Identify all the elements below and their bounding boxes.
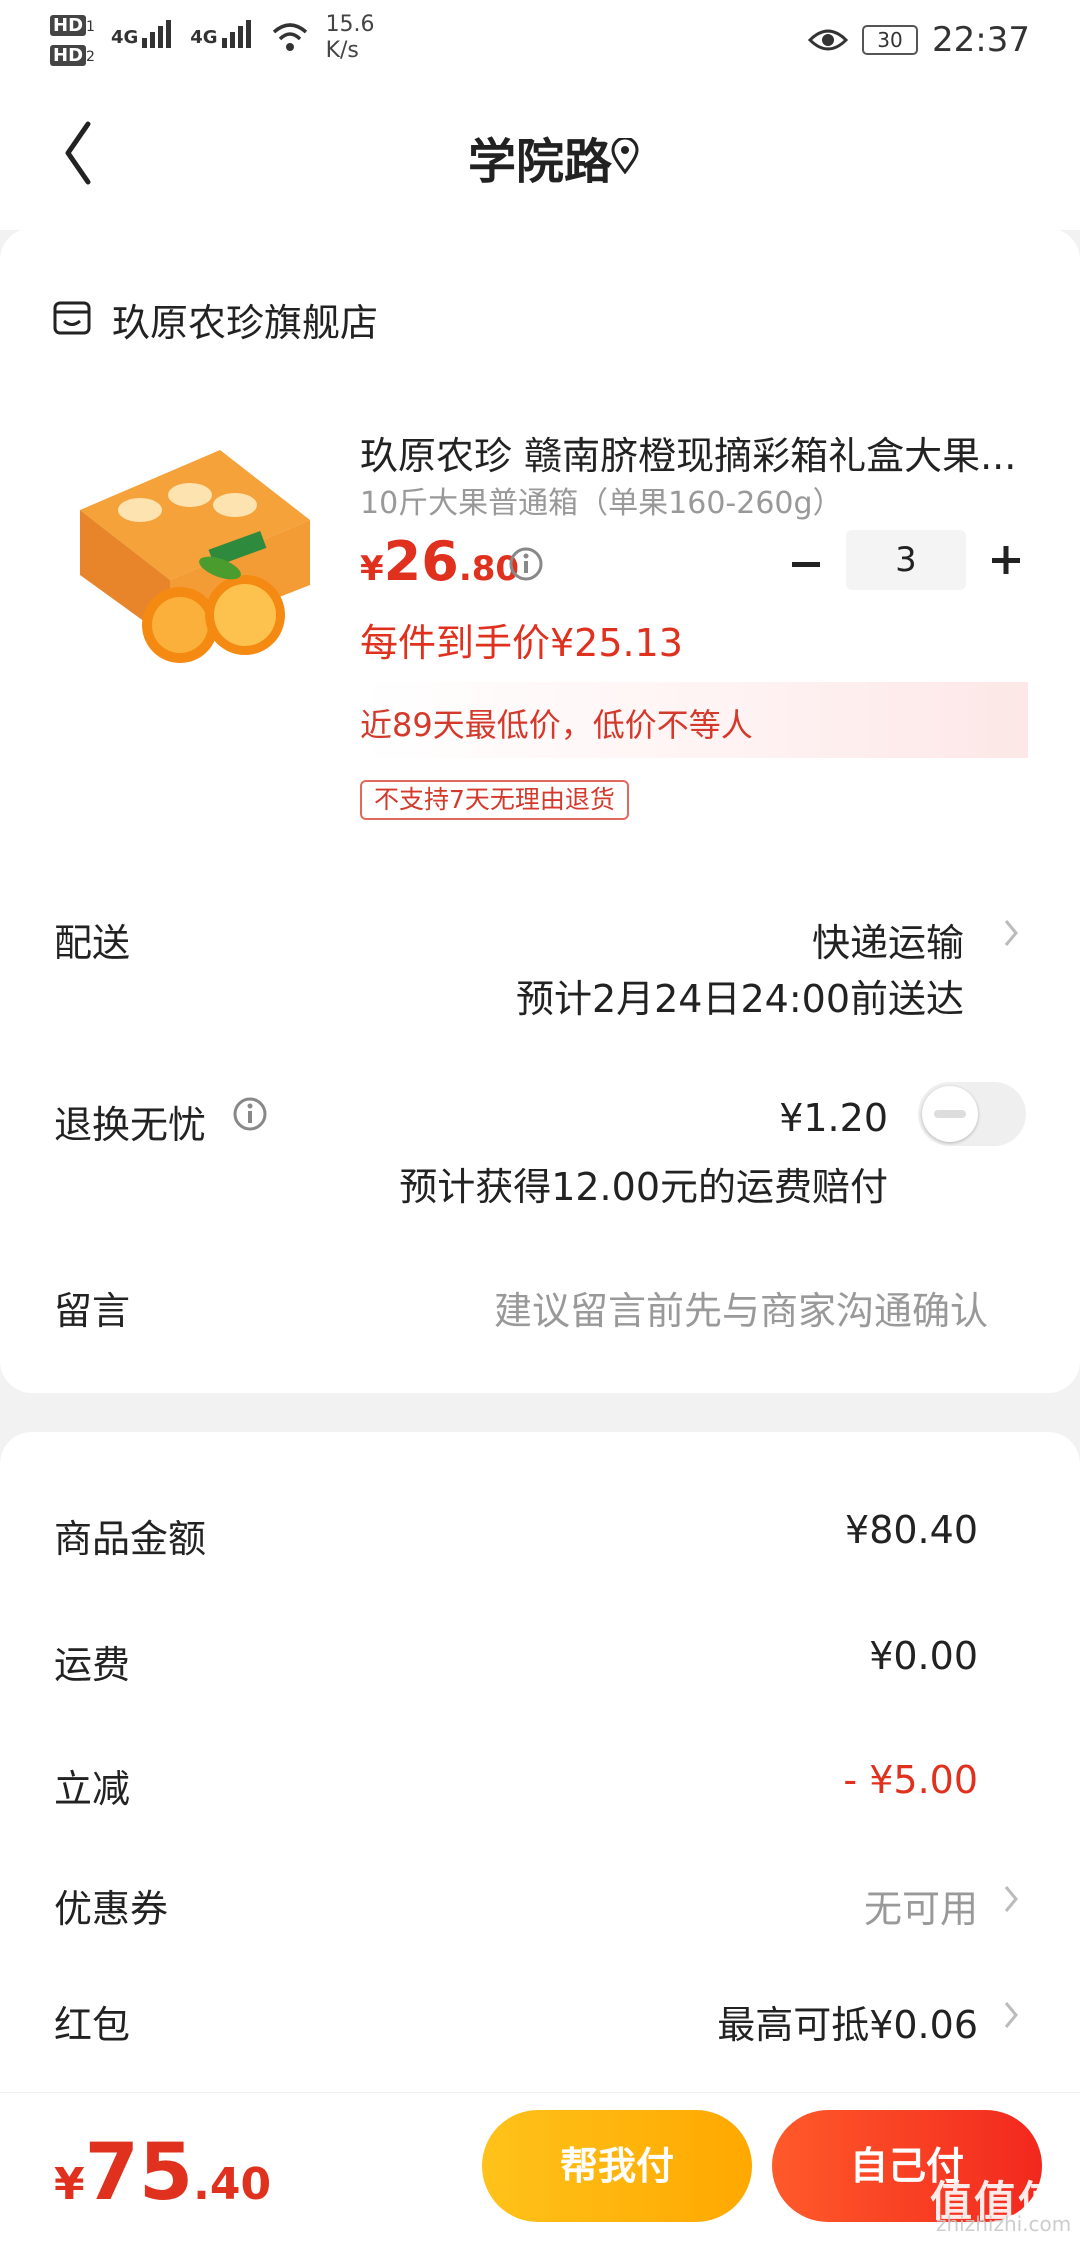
sim2-hd-badge: HD <box>50 45 87 66</box>
sim-indicators: HD 1 HD 2 <box>50 12 95 70</box>
goods-amount-label: 商品金额 <box>54 1517 207 1561</box>
shipping-value: ¥0.00 <box>869 1634 978 1678</box>
redpacket-label: 红包 <box>54 2003 131 2047</box>
quantity-input[interactable]: 3 <box>846 530 966 590</box>
coupon-value[interactable]: 无可用 <box>864 1878 978 1933</box>
delivery-method[interactable]: 快递运输 <box>812 912 964 967</box>
signal-bars-icon <box>142 20 172 48</box>
total-symbol: ¥ <box>54 2159 85 2210</box>
redpacket-value[interactable]: 最高可抵¥0.06 <box>717 1994 978 2049</box>
per-item-final-price: 每件到手价¥25.13 <box>360 621 683 665</box>
toggle-off-icon <box>934 1110 966 1118</box>
message-label: 留言 <box>54 1289 131 1333</box>
location-pin-icon[interactable] <box>610 138 640 174</box>
goods-amount-value: ¥80.40 <box>845 1508 978 1552</box>
signal-1: 4G <box>111 18 174 48</box>
net2-label: 4G <box>190 27 218 48</box>
chevron-right-icon[interactable] <box>1003 918 1019 948</box>
discount-label: 立减 <box>54 1767 131 1811</box>
speed-unit: K/s <box>325 38 359 63</box>
sim1-number: 1 <box>86 19 95 35</box>
lowest-price-text: 近89天最低价，低价不等人 <box>360 706 753 744</box>
chevron-right-icon[interactable] <box>1003 2000 1019 2030</box>
total-integer: 75 <box>84 2128 194 2218</box>
clock: 22:37 <box>932 20 1030 60</box>
unit-price: ¥26.80 <box>360 530 519 593</box>
shop-icon <box>53 301 91 335</box>
return-insurance-note: 预计获得12.00元的运费赔付 <box>399 1165 888 1209</box>
chevron-right-icon[interactable] <box>1003 1884 1019 1914</box>
total-price: ¥75.40 <box>54 2128 271 2218</box>
return-insurance-label: 退换无忧 <box>54 1103 207 1147</box>
no-return-tag: 不支持7天无理由退货 <box>360 780 629 820</box>
quantity-plus-button[interactable] <box>988 542 1024 578</box>
signal-bars-icon <box>221 20 251 48</box>
status-right: 30 22:37 <box>808 20 1030 60</box>
delivery-label: 配送 <box>54 921 131 965</box>
sim2-number: 2 <box>86 49 95 65</box>
price-integer: 26 <box>383 530 459 593</box>
discount-value: - ¥5.00 <box>843 1758 978 1802</box>
help-pay-button[interactable]: 帮我付 <box>482 2110 752 2222</box>
message-input[interactable]: 建议留言前先与商家沟通确认 <box>494 1280 988 1335</box>
network-speed: 15.6 K/s <box>326 12 375 64</box>
eye-icon <box>808 29 849 51</box>
delivery-eta: 预计2月24日24:00前送达 <box>515 977 964 1021</box>
shop-name[interactable]: 玖原农珍旗舰店 <box>112 292 378 347</box>
watermark-url: zhizhizhi.com <box>936 2212 1072 2236</box>
signal-2: 4G <box>190 18 253 48</box>
product-spec[interactable]: 10斤大果普通箱（单果160-260g） <box>360 478 843 522</box>
battery-indicator: 30 <box>862 25 919 55</box>
return-insurance-price: ¥1.20 <box>779 1096 888 1140</box>
price-info-icon[interactable] <box>508 546 544 582</box>
price-symbol: ¥ <box>360 549 384 589</box>
total-decimal: .40 <box>193 2159 272 2210</box>
insurance-info-icon[interactable] <box>232 1096 268 1132</box>
shipping-label: 运费 <box>54 1643 131 1687</box>
product-title[interactable]: 玖原农珍 赣南脐橙现摘彩箱礼盒大果... <box>360 425 1030 480</box>
product-image[interactable] <box>60 440 320 680</box>
status-left: HD 1 HD 2 4G 4G 15.6 K/s <box>50 12 375 70</box>
quantity-minus-button[interactable] <box>788 546 824 582</box>
coupon-label: 优惠券 <box>54 1887 169 1931</box>
wifi-icon <box>272 23 307 51</box>
address-title[interactable]: 学院路 <box>0 122 1080 192</box>
sim1-hd-badge: HD <box>50 15 87 36</box>
net1-label: 4G <box>110 27 139 48</box>
speed-value: 15.6 <box>325 12 375 37</box>
